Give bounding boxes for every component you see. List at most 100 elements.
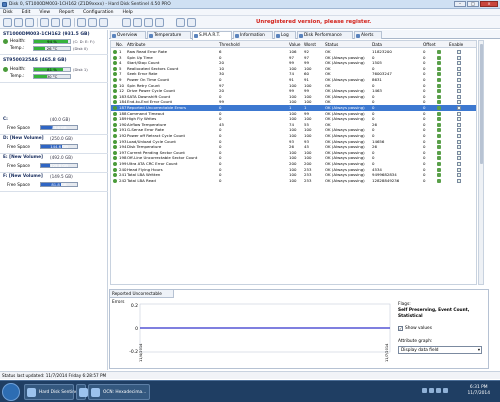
offset-stepper-icon[interactable]: [437, 111, 441, 116]
offset-stepper-icon[interactable]: [437, 106, 441, 110]
enable-checkbox[interactable]: [457, 66, 461, 71]
maximize-button[interactable]: □: [467, 1, 479, 7]
volume-icon: [436, 388, 441, 393]
tab-smart[interactable]: S.M.A.R.T.: [192, 31, 232, 40]
enable-checkbox[interactable]: [457, 106, 461, 110]
offset-stepper-icon[interactable]: [437, 139, 441, 144]
options-icon[interactable]: [155, 18, 164, 27]
offset-stepper-icon[interactable]: [437, 55, 441, 60]
forward-icon[interactable]: [133, 18, 142, 27]
acoustic-icon[interactable]: [62, 18, 71, 27]
taskbar-hds[interactable]: Hard Disk Sentinel: [24, 384, 79, 400]
menu-disk[interactable]: Disk: [3, 9, 13, 15]
close-button[interactable]: ×: [480, 1, 498, 7]
volume-e[interactable]: E: [New Volume] (492.0 GB) Free Space 125…: [0, 154, 108, 173]
start-button[interactable]: [2, 383, 20, 401]
help-icon[interactable]: [99, 18, 108, 27]
enable-checkbox[interactable]: [457, 61, 461, 66]
settings-icon[interactable]: [88, 18, 97, 27]
offset-stepper-icon[interactable]: [437, 83, 441, 88]
tab-attribute-graph[interactable]: Reported Uncorrectable Errors: [110, 290, 174, 304]
offset-stepper-icon[interactable]: [437, 145, 441, 150]
tab-alerts[interactable]: Alerts: [354, 31, 382, 39]
volume-d[interactable]: D: [New Volume] (250.0 GB) Free Space 144…: [0, 135, 108, 154]
enable-checkbox[interactable]: [457, 162, 461, 166]
volume-f[interactable]: F: [New Volume] (149.5 GB) Free Space 81.…: [0, 173, 108, 192]
enable-checkbox[interactable]: [457, 167, 461, 172]
tab-information[interactable]: Information: [233, 31, 273, 39]
enable-checkbox[interactable]: [457, 150, 461, 155]
show-values-checkbox[interactable]: ✓: [398, 326, 403, 331]
refresh-icon[interactable]: [3, 18, 12, 27]
menu-help[interactable]: Help: [123, 9, 133, 15]
enable-checkbox[interactable]: [457, 50, 461, 54]
enable-checkbox[interactable]: [457, 117, 461, 122]
enable-checkbox[interactable]: [457, 78, 461, 82]
disk-0-card[interactable]: ST1000DM003-1CH162 (931.5 GB) Health: 94…: [0, 30, 108, 55]
offset-stepper-icon[interactable]: [437, 178, 441, 183]
tab-overview[interactable]: Overview: [110, 31, 146, 39]
clock[interactable]: 6:31 PM 11/7/2014: [467, 385, 490, 397]
offset-stepper-icon[interactable]: [437, 128, 441, 133]
enable-checkbox[interactable]: [457, 83, 461, 88]
offset-stepper-icon[interactable]: [437, 50, 441, 54]
menu-edit[interactable]: Edit: [22, 9, 31, 15]
enable-checkbox[interactable]: [457, 134, 461, 138]
performance-icon[interactable]: [51, 18, 60, 27]
enable-checkbox[interactable]: [457, 122, 461, 127]
enable-checkbox[interactable]: [457, 100, 461, 105]
status-ok-icon: [113, 61, 117, 66]
enable-checkbox[interactable]: [457, 128, 461, 133]
offset-stepper-icon[interactable]: [437, 66, 441, 71]
unregistered-notice[interactable]: Unregistered version, please register.: [256, 19, 371, 25]
offset-stepper-icon[interactable]: [437, 167, 441, 172]
taskbar-browser[interactable]: OCN: Hexadecima...: [88, 384, 150, 400]
report-icon[interactable]: [25, 18, 34, 27]
info-icon[interactable]: [176, 18, 185, 27]
back-icon[interactable]: [122, 18, 131, 27]
enable-checkbox[interactable]: [457, 145, 461, 150]
enable-checkbox[interactable]: [457, 156, 461, 161]
offset-stepper-icon[interactable]: [437, 61, 441, 66]
table-scrollbar[interactable]: [478, 40, 484, 285]
taskbar-firefox[interactable]: [76, 384, 88, 400]
menu-configuration[interactable]: Configuration: [83, 9, 114, 15]
volume-c[interactable]: C: (40.0 GB) Free Space 13.6 GB: [0, 116, 108, 135]
send-report-icon[interactable]: [77, 18, 86, 27]
view-icon[interactable]: [144, 18, 153, 27]
enable-checkbox[interactable]: [457, 55, 461, 60]
attribute-graph-label: Attribute graph:: [398, 339, 433, 344]
enable-checkbox[interactable]: [457, 139, 461, 144]
menu-report[interactable]: Report: [59, 9, 74, 15]
offset-stepper-icon[interactable]: [437, 100, 441, 105]
offset-stepper-icon[interactable]: [437, 72, 441, 77]
test-icon[interactable]: [40, 18, 49, 27]
attribute-graph-select[interactable]: Display data field ▾: [398, 346, 482, 354]
tab-temperature[interactable]: Temperature: [147, 31, 191, 39]
offset-stepper-icon[interactable]: [437, 89, 441, 94]
offset-stepper-icon[interactable]: [437, 94, 441, 99]
enable-checkbox[interactable]: [457, 72, 461, 77]
enable-checkbox[interactable]: [457, 89, 461, 94]
disk-icon[interactable]: [14, 18, 23, 27]
enable-checkbox[interactable]: [457, 111, 461, 116]
offset-stepper-icon[interactable]: [437, 122, 441, 127]
offset-stepper-icon[interactable]: [437, 134, 441, 138]
power-icon[interactable]: [187, 18, 196, 27]
offset-stepper-icon[interactable]: [437, 173, 441, 178]
offset-stepper-icon[interactable]: [437, 78, 441, 82]
enable-checkbox[interactable]: [457, 94, 461, 99]
table-row[interactable]: 242 Total LBA Read 0 100 253 OK (Always passi…: [111, 178, 476, 184]
disk-1-card[interactable]: ST9500325AS (465.8 GB) Health: 81 % (Dis…: [0, 56, 108, 83]
offset-stepper-icon[interactable]: [437, 162, 441, 166]
enable-checkbox[interactable]: [457, 178, 461, 183]
enable-checkbox[interactable]: [457, 173, 461, 178]
menu-view[interactable]: View: [39, 9, 50, 15]
offset-stepper-icon[interactable]: [437, 117, 441, 122]
status-ok-icon: [113, 167, 117, 172]
tab-disk-performance[interactable]: Disk Performance: [297, 31, 353, 39]
offset-stepper-icon[interactable]: [437, 150, 441, 155]
offset-stepper-icon[interactable]: [437, 156, 441, 161]
minimize-button[interactable]: –: [454, 1, 466, 7]
tab-log[interactable]: Log: [274, 31, 296, 39]
